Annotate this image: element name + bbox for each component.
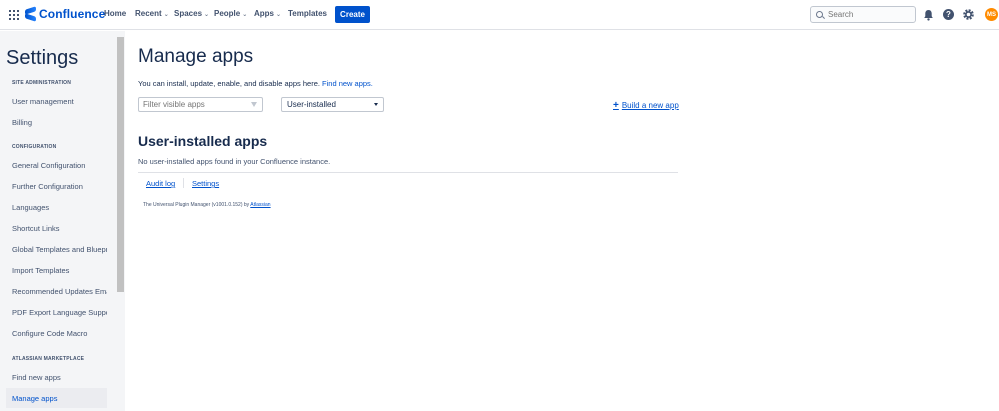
nav-recent-label: Recent [135, 9, 162, 18]
sidebar-scrollbar[interactable] [116, 31, 125, 411]
sidebar-item-recommended-updates[interactable]: Recommended Updates Email [6, 281, 107, 301]
find-new-apps-link[interactable]: Find new apps. [322, 79, 373, 88]
search-input[interactable] [828, 10, 913, 19]
user-avatar[interactable]: MS [985, 8, 998, 21]
gear-icon[interactable] [962, 8, 975, 21]
chevron-down-icon: ⌄ [204, 12, 210, 18]
chevron-down-icon: ⌄ [276, 12, 282, 18]
chevron-down-icon: ⌄ [163, 12, 169, 18]
upm-version-text: The Universal Plugin Manager (v1001.0.15… [143, 202, 271, 208]
divider [138, 172, 678, 173]
page-title: Manage apps [138, 46, 254, 67]
scrollbar-thumb[interactable] [117, 37, 124, 292]
nav-recent[interactable]: Recent ⌄ [135, 9, 169, 18]
build-new-app-link[interactable]: + Build a new app [613, 99, 679, 111]
sidebar-item-find-new-apps[interactable]: Find new apps [6, 367, 107, 387]
section-heading-atlassian-marketplace: ATLASSIAN MARKETPLACE [12, 356, 85, 362]
sidebar-item-user-management[interactable]: User management [6, 91, 107, 111]
settings-sidebar: Settings SITE ADMINISTRATION User manage… [0, 31, 116, 411]
chevron-down-icon: ⌄ [242, 12, 248, 18]
sidebar-title: Settings [6, 47, 79, 69]
nav-templates[interactable]: Templates [288, 9, 327, 18]
nav-apps[interactable]: Apps ⌄ [254, 9, 281, 18]
create-button[interactable]: Create [335, 6, 370, 23]
nav-home[interactable]: Home [104, 9, 126, 18]
app-type-select[interactable]: User-installed [281, 97, 384, 112]
help-icon[interactable]: ? [942, 8, 955, 21]
search-box[interactable] [810, 6, 916, 23]
filter-icon [251, 102, 257, 107]
search-icon [816, 11, 823, 18]
sidebar-item-configure-code-macro[interactable]: Configure Code Macro [6, 323, 107, 343]
section-heading-configuration: CONFIGURATION [12, 144, 57, 150]
intro-text: You can install, update, enable, and dis… [138, 79, 373, 88]
sidebar-item-global-templates[interactable]: Global Templates and Blueprints [6, 239, 107, 259]
intro-description: You can install, update, enable, and dis… [138, 79, 323, 88]
sidebar-item-import-templates[interactable]: Import Templates [6, 260, 107, 280]
empty-message: No user-installed apps found in your Con… [138, 157, 331, 166]
sidebar-item-languages[interactable]: Languages [6, 197, 107, 217]
settings-link[interactable]: Settings [192, 179, 219, 188]
upm-description: The Universal Plugin Manager (v1001.0.15… [143, 202, 251, 208]
confluence-logo-icon [25, 8, 36, 20]
logo-text: Confluence [39, 7, 106, 21]
sidebar-item-billing[interactable]: Billing [6, 112, 107, 132]
audit-log-link[interactable]: Audit log [146, 179, 175, 188]
sidebar-item-pdf-export[interactable]: PDF Export Language Support [6, 302, 107, 322]
caret-down-icon [374, 103, 378, 106]
section-heading-site-administration: SITE ADMINISTRATION [12, 80, 72, 86]
plus-icon: + [613, 99, 619, 111]
link-separator [183, 178, 184, 188]
confluence-logo[interactable]: Confluence [25, 7, 105, 21]
app-switcher-icon[interactable] [9, 10, 19, 20]
nav-people[interactable]: People ⌄ [214, 9, 247, 18]
nav-spaces-label: Spaces [174, 9, 203, 18]
nav-apps-label: Apps [254, 9, 274, 18]
nav-people-label: People [214, 9, 241, 18]
filter-input[interactable] [143, 100, 248, 109]
sidebar-item-manage-apps[interactable]: Manage apps [6, 388, 107, 408]
build-new-app-label: Build a new app [621, 101, 679, 110]
sidebar-item-general-configuration[interactable]: General Configuration [6, 155, 107, 175]
section-title: User-installed apps [138, 133, 268, 149]
top-navigation: Confluence Home Recent ⌄ Spaces ⌄ People ⌄ … [0, 0, 999, 30]
sidebar-item-shortcut-links[interactable]: Shortcut Links [6, 218, 107, 238]
notifications-bell-icon[interactable] [922, 8, 935, 21]
nav-spaces[interactable]: Spaces ⌄ [174, 9, 209, 18]
sidebar-item-further-configuration[interactable]: Further Configuration [6, 176, 107, 196]
atlassian-link[interactable]: Atlassian [250, 202, 270, 208]
select-value: User-installed [287, 100, 336, 109]
filter-box[interactable] [138, 97, 263, 112]
